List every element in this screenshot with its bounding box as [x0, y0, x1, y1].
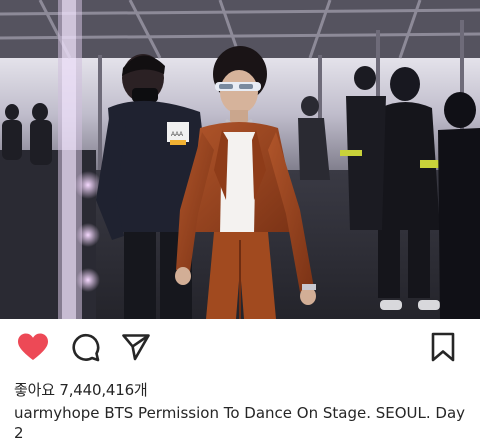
likes-number: 7,440,416개	[59, 381, 148, 399]
post-caption: uarmyhope BTS Permission To Dance On Sta…	[14, 403, 469, 442]
post-action-bar	[0, 330, 480, 370]
comment-button[interactable]	[68, 330, 102, 364]
like-button[interactable]	[16, 330, 50, 364]
share-button[interactable]	[119, 330, 153, 364]
likes-label: 좋아요	[14, 381, 55, 399]
post-photo[interactable]: AAA	[0, 0, 480, 319]
likes-count[interactable]: 좋아요 7,440,416개	[14, 379, 148, 400]
heart-filled-icon	[18, 333, 48, 360]
save-button[interactable]	[426, 330, 460, 364]
comment-bubble-icon	[72, 333, 100, 362]
paper-plane-icon	[122, 334, 150, 361]
bookmark-icon	[431, 332, 455, 362]
caption-username[interactable]: uarmyhope	[14, 404, 100, 422]
photo-scene: AAA	[0, 0, 480, 319]
name-badge-text: AAA	[171, 132, 183, 138]
